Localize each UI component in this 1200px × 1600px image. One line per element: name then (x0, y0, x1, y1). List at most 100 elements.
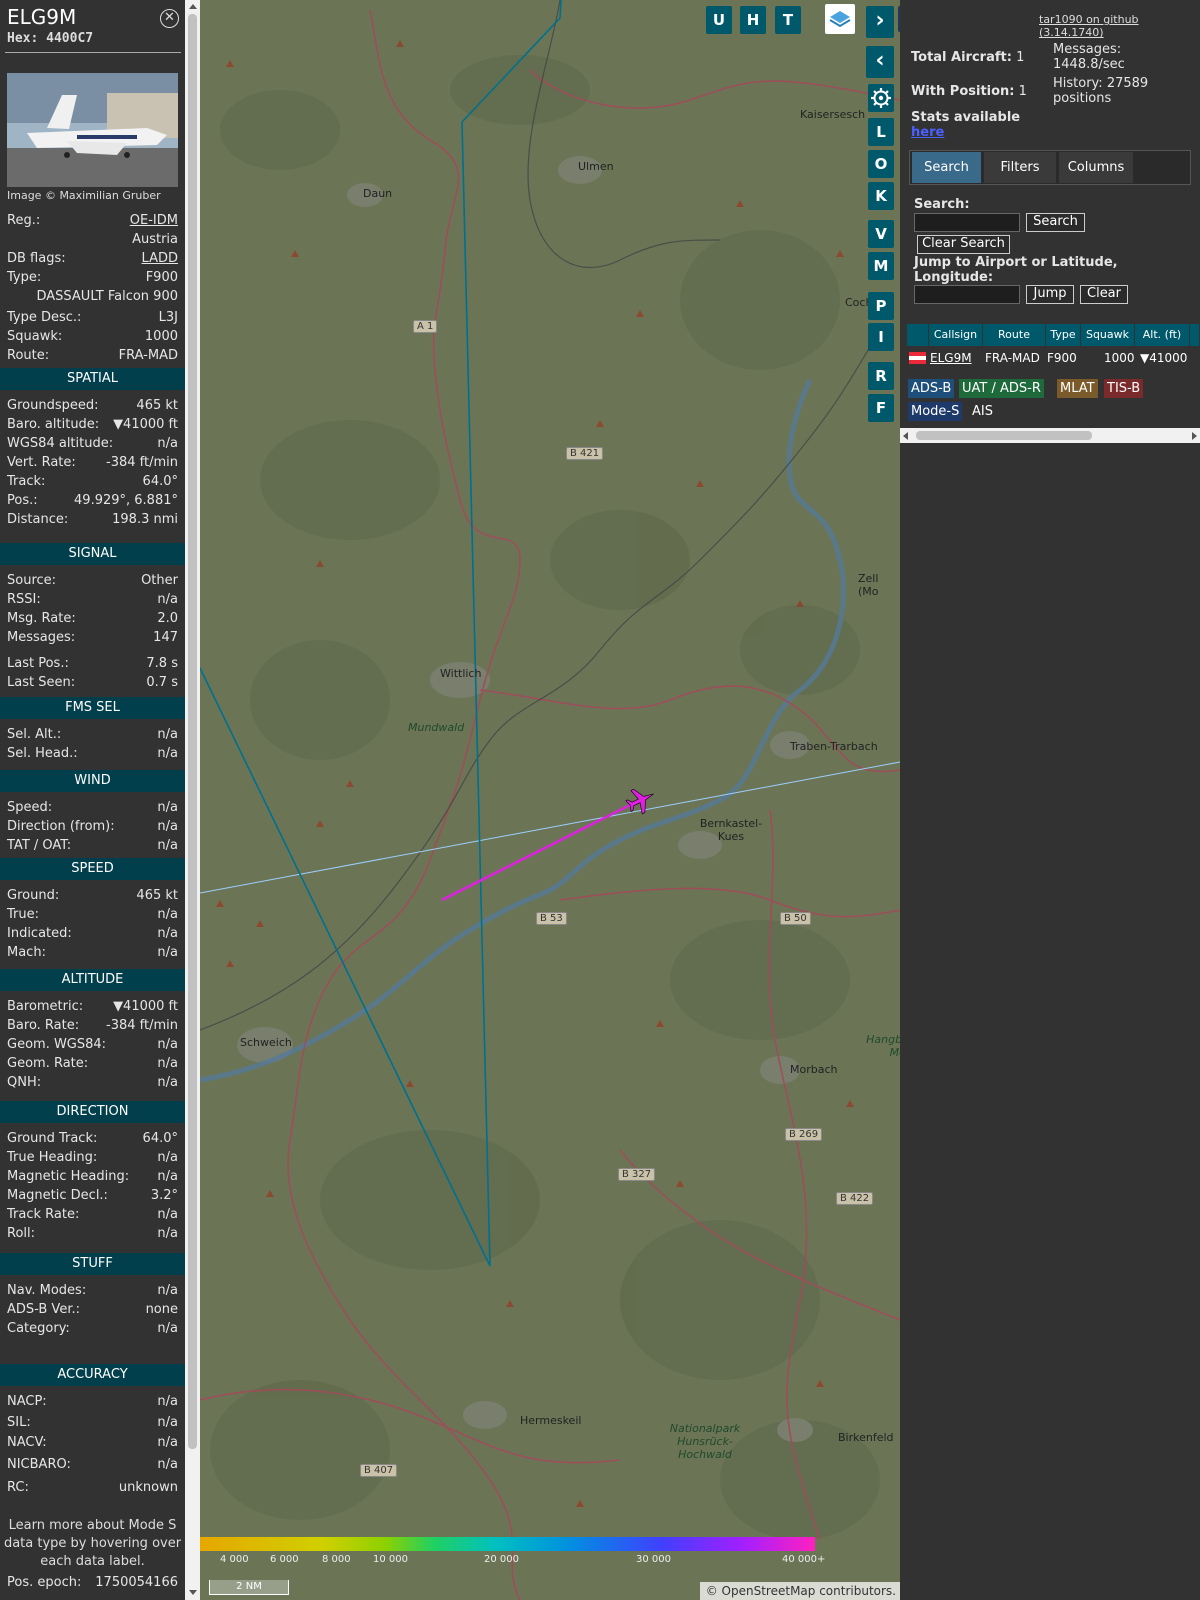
field-label[interactable]: Roll: (7, 1226, 35, 1241)
map-button-m[interactable]: M (868, 252, 894, 280)
field-label[interactable]: DB flags: (7, 251, 66, 266)
badge-adsb[interactable]: ADS-B (908, 379, 955, 398)
field-label[interactable]: Groundspeed: (7, 398, 98, 413)
col-route[interactable]: Route (983, 324, 1046, 346)
field-label[interactable]: WGS84 altitude: (7, 436, 113, 451)
layers-icon[interactable] (825, 4, 855, 34)
map-button-k[interactable]: K (868, 182, 894, 210)
field-label[interactable]: Msg. Rate: (7, 611, 76, 626)
field-label[interactable]: Type: (7, 270, 41, 285)
search-button[interactable]: Search (1026, 213, 1085, 232)
field-label[interactable]: Ground Track: (7, 1131, 97, 1146)
field-value[interactable]: LADD (142, 251, 178, 266)
table-horizontal-scrollbar[interactable] (900, 428, 1200, 443)
col-flag[interactable] (907, 324, 929, 346)
field-label[interactable]: Sel. Alt.: (7, 727, 61, 742)
map-button-p[interactable]: P (868, 292, 894, 320)
field-label[interactable]: Baro. altitude: (7, 417, 99, 432)
field-label[interactable]: Last Seen: (7, 675, 75, 690)
field-label[interactable]: Geom. WGS84: (7, 1037, 106, 1052)
scrollbar-thumb[interactable] (188, 14, 197, 1449)
map-button-r[interactable]: R (868, 362, 894, 390)
field-value[interactable]: OE-IDM (130, 213, 178, 228)
field-label[interactable]: Direction (from): (7, 819, 115, 834)
map-button-l[interactable]: L (868, 118, 894, 146)
map-attribution[interactable]: © OpenStreetMap contributors. (700, 1582, 900, 1600)
field-label[interactable]: Last Pos.: (7, 656, 69, 671)
map-button-t[interactable]: T (775, 6, 801, 34)
field-label[interactable]: Messages: (7, 630, 75, 645)
col-type[interactable]: Type (1046, 324, 1081, 346)
map-button-h[interactable]: H (740, 6, 766, 34)
field-label[interactable]: NICBARO: (7, 1457, 71, 1472)
field-label[interactable]: ADS-B Ver.: (7, 1302, 80, 1317)
field-label[interactable]: RSSI: (7, 592, 41, 607)
field-label[interactable]: Category: (7, 1321, 70, 1336)
badge-mlat[interactable]: MLAT (1057, 379, 1098, 398)
map-button-u[interactable]: U (706, 6, 732, 34)
field-label[interactable]: Squawk: (7, 329, 62, 344)
github-link[interactable]: tar1090 on github (3.14.1740) (1039, 13, 1200, 39)
field-label[interactable]: SIL: (7, 1415, 31, 1430)
clear-jump-button[interactable]: Clear (1080, 285, 1128, 304)
field-label[interactable]: Barometric: (7, 999, 83, 1014)
badge-modes[interactable]: Mode-S (908, 402, 963, 421)
gear-icon[interactable] (868, 84, 894, 112)
field-label[interactable]: Vert. Rate: (7, 455, 76, 470)
field-label[interactable]: Ground: (7, 888, 59, 903)
close-icon[interactable]: ✕ (160, 9, 179, 28)
clear-search-button[interactable]: Clear Search (917, 235, 1010, 254)
map-button-v[interactable]: V (868, 220, 894, 248)
badge-ais[interactable]: AIS (969, 402, 996, 421)
field-label[interactable]: Speed: (7, 800, 52, 815)
sidebar-scrollbar[interactable] (185, 0, 200, 1600)
search-input[interactable] (914, 213, 1020, 232)
field-label[interactable]: Magnetic Heading: (7, 1169, 129, 1184)
field-label[interactable]: Type Desc.: (7, 310, 81, 325)
col-callsign[interactable]: Callsign (929, 324, 983, 346)
field-label[interactable]: QNH: (7, 1075, 41, 1090)
aircraft-photo[interactable] (7, 73, 178, 187)
tab-search[interactable]: Search (912, 152, 981, 183)
badge-tisb[interactable]: TIS-B (1104, 379, 1144, 398)
field-label[interactable]: Sel. Head.: (7, 746, 78, 761)
field-label[interactable]: Source: (7, 573, 56, 588)
col-more[interactable] (1190, 324, 1200, 346)
field-label[interactable]: Distance: (7, 512, 68, 527)
field-label[interactable]: True Heading: (7, 1150, 97, 1165)
col-altitude[interactable]: Alt. (ft) (1135, 324, 1190, 346)
map-label: Daun (363, 187, 393, 200)
jump-input[interactable] (914, 285, 1020, 304)
field-label[interactable]: NACV: (7, 1435, 47, 1450)
field-label[interactable]: True: (7, 907, 39, 922)
field-label[interactable]: Magnetic Decl.: (7, 1188, 108, 1203)
field-label[interactable]: Track: (7, 474, 45, 489)
field-label[interactable]: Pos.: (7, 493, 38, 508)
map-button-o[interactable]: O (868, 150, 894, 178)
stats-link[interactable]: here (911, 125, 944, 140)
col-squawk[interactable]: Squawk (1081, 324, 1135, 346)
field-label[interactable]: Geom. Rate: (7, 1056, 88, 1071)
field-label[interactable]: Reg.: (7, 213, 40, 228)
category-row: Category: n/a (7, 1321, 178, 1340)
field-label[interactable]: Indicated: (7, 926, 72, 941)
row-callsign[interactable]: ELG9M (930, 348, 972, 368)
hscroll-thumb[interactable] (916, 431, 1092, 440)
tab-columns[interactable]: Columns (1059, 152, 1133, 183)
field-label[interactable]: Nav. Modes: (7, 1283, 86, 1298)
tab-filters[interactable]: Filters (984, 152, 1056, 183)
badge-uat[interactable]: UAT / ADS-R (959, 379, 1044, 398)
map-button-i[interactable]: I (868, 323, 894, 351)
field-label[interactable]: Route: (7, 348, 49, 363)
field-label[interactable]: Baro. Rate: (7, 1018, 79, 1033)
field-label[interactable]: Mach: (7, 945, 46, 960)
map-button-f[interactable]: F (868, 394, 894, 422)
field-label[interactable]: Track Rate: (7, 1207, 79, 1222)
jump-button[interactable]: Jump (1026, 285, 1074, 304)
map-view[interactable]: Kaisersesch Ulmen Daun Coch Zell (Mo Wittlich… (200, 0, 900, 1600)
field-label[interactable]: NACP: (7, 1394, 47, 1409)
field-label[interactable]: TAT / OAT: (7, 838, 71, 853)
chevron-right-icon[interactable]: › (866, 6, 894, 38)
field-label[interactable]: RC: (7, 1480, 29, 1495)
chevron-left-icon[interactable]: ‹ (866, 46, 894, 78)
